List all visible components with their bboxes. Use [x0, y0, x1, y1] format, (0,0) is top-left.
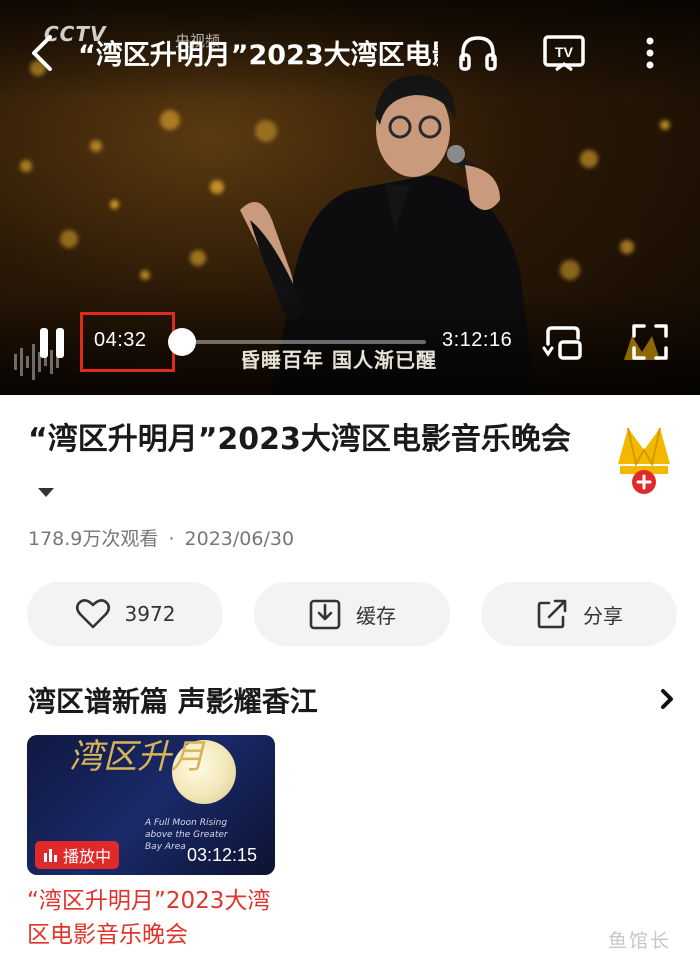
share-icon: [537, 599, 567, 629]
player-title: “湾区升明月”2023大湾区电影音乐晚会: [78, 40, 438, 71]
cache-button[interactable]: 缓存: [254, 582, 450, 646]
more-vertical-icon: [646, 37, 654, 69]
rotate-icon: [542, 326, 582, 360]
bokeh-light: [90, 140, 102, 152]
bokeh-light: [560, 260, 580, 280]
episode-duration: 03:12:15: [187, 845, 258, 865]
annotation-highlight-box: [80, 312, 175, 372]
channel-avatar[interactable]: [616, 422, 672, 496]
fullscreen-button[interactable]: [628, 320, 672, 364]
now-playing-badge: 播放中: [35, 841, 120, 869]
cache-label: 缓存: [356, 603, 396, 628]
video-meta: 178.9万次观看 · 2023/06/30: [28, 524, 294, 551]
publish-date: 2023/06/30: [184, 528, 295, 550]
like-count: 3972: [124, 602, 176, 626]
bokeh-light: [60, 230, 78, 248]
bokeh-light: [160, 110, 180, 130]
bokeh-light: [20, 160, 32, 172]
meta-separator: ·: [168, 528, 175, 550]
bokeh-light: [660, 120, 670, 130]
total-time: 3:12:16: [442, 329, 513, 351]
section-title[interactable]: 湾区谱新篇 声影耀香江: [28, 680, 318, 720]
bokeh-light: [190, 250, 206, 266]
video-title[interactable]: “湾区升明月”2023大湾区电影音乐晚会: [28, 414, 588, 518]
watermark-text: 鱼馆长: [608, 930, 672, 952]
pause-button[interactable]: [30, 322, 74, 364]
video-title-text: “湾区升明月”2023大湾区电影音乐晚会: [28, 422, 571, 457]
pause-icon: [40, 328, 64, 358]
now-playing-label: 播放中: [63, 847, 112, 866]
share-label: 分享: [583, 603, 623, 628]
chevron-right-icon[interactable]: [658, 686, 678, 712]
svg-text:TV: TV: [555, 44, 574, 60]
video-player[interactable]: CCTV 央视频 “湾区升明月”2023大湾区电影音乐晚会 TV: [0, 0, 700, 395]
bokeh-light: [110, 200, 119, 209]
heart-icon: [75, 599, 110, 629]
tv-cast-icon: TV: [543, 35, 585, 72]
chevron-down-icon[interactable]: [38, 488, 54, 497]
fullscreen-icon: [632, 324, 668, 360]
rotate-screen-button[interactable]: [540, 320, 586, 366]
equalizer-icon: [44, 849, 57, 862]
back-button[interactable]: [22, 30, 62, 76]
bokeh-light: [620, 240, 634, 254]
view-count: 178.9万次观看: [28, 528, 159, 550]
headphone-icon: [459, 36, 497, 71]
video-subtitle: 昏睡百年 国人渐已醒: [240, 348, 437, 372]
share-button[interactable]: 分享: [481, 582, 677, 646]
like-button[interactable]: 3972: [27, 582, 223, 646]
thumbnail-calligraphy: 湾区升月: [69, 737, 205, 777]
tv-cast-button[interactable]: TV: [541, 30, 587, 76]
more-options-button[interactable]: [635, 30, 665, 76]
back-arrow-icon: [32, 35, 52, 71]
progress-knob[interactable]: [167, 328, 196, 356]
audio-mode-button[interactable]: [455, 30, 501, 76]
bokeh-light: [580, 150, 598, 168]
bokeh-light: [210, 180, 224, 194]
bokeh-light: [140, 270, 150, 280]
episode-thumbnail[interactable]: 湾区升月 A Full Moon Rising above the Greate…: [27, 735, 275, 875]
download-icon: [309, 599, 341, 630]
episode-title[interactable]: “湾区升明月”2023大湾区电影音乐晚会: [27, 884, 287, 952]
